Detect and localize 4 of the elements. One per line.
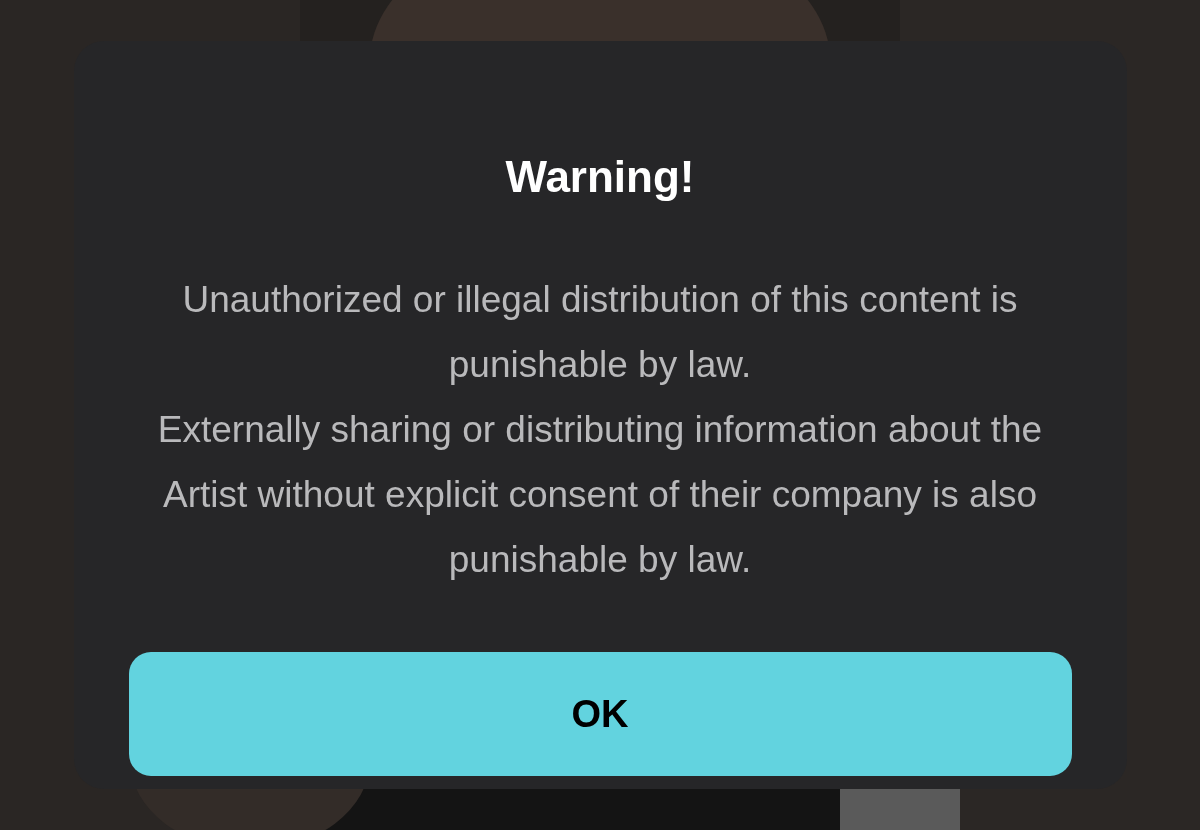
ok-button[interactable]: OK [128,652,1072,776]
warning-message: Unauthorized or illegal distribution of this content is punishable by law. [181,278,1019,387]
dialog-title: Warning! [505,151,695,203]
warning-message: Externally sharing or distributing information about the Artist without explicit consent of their company is also punishable by law. [156,408,1044,582]
